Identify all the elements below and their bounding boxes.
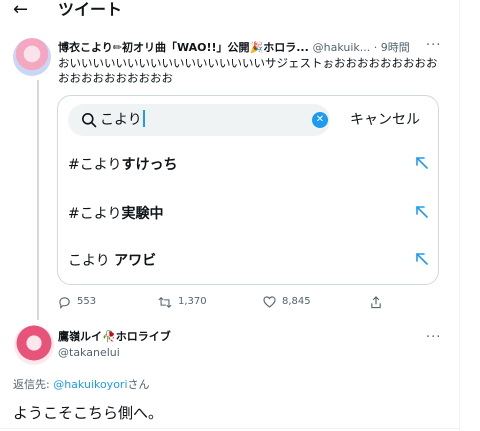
suggestion-text: #こよりすけっち	[68, 157, 178, 173]
reply-text: ようこそこちら側へ。	[13, 404, 164, 422]
suggestion-text: こより アワビ	[68, 253, 157, 269]
reply-author-name-rest[interactable]: ホロライブ	[116, 330, 171, 343]
reply-icon	[59, 296, 70, 309]
reply-to-link[interactable]: @hakuikoyori	[53, 378, 127, 391]
reply-author-name[interactable]: 鷹嶺ルイ	[58, 330, 102, 343]
tweet-action-bar: 553 1,370 8,845	[58, 293, 438, 311]
bottom-divider	[0, 428, 460, 429]
tweet-header: ← ツイート	[0, 0, 460, 24]
author-name[interactable]: 博衣こより	[58, 41, 113, 54]
thread-connector-line	[37, 80, 39, 320]
page-title: ツイート	[58, 0, 123, 19]
more-options-icon[interactable]: ···	[426, 38, 441, 53]
suggestion-text: #こより実験中	[68, 206, 164, 222]
tweet-author-row: 博衣こより✏初オリ曲「WAO!!」公開🎉ホロラ... @hakuik... · …	[58, 39, 450, 55]
retweet-button[interactable]: 1,370	[158, 293, 207, 311]
reply-to-suffix: さん	[127, 378, 150, 391]
search-icon	[82, 113, 97, 128]
search-suggestion-screenshot[interactable]: こより ✕ キャンセル #こよりすけっち #こより実験中 こより アワビ	[57, 95, 439, 285]
suggestion-item[interactable]: #こよりすけっち	[58, 142, 438, 188]
author-handle-time[interactable]: @hakuik... · 9時間	[313, 41, 410, 54]
arrow-up-left-icon[interactable]	[414, 251, 430, 267]
reply-avatar[interactable]	[14, 325, 54, 365]
share-button[interactable]	[370, 293, 382, 311]
clear-icon[interactable]: ✕	[312, 112, 328, 128]
reply-button[interactable]: 553	[58, 293, 96, 311]
pencil-emoji-icon: ✏	[112, 41, 122, 54]
arrow-up-left-icon[interactable]	[414, 204, 430, 220]
suggestion-item[interactable]: #こより実験中	[58, 191, 438, 237]
text-caret	[142, 110, 145, 127]
suggestion-item[interactable]: こより アワビ	[58, 238, 438, 284]
avatar[interactable]	[13, 38, 51, 76]
heart-icon	[263, 296, 276, 308]
tweet-text: おいいいいいいいいいいいいいいいいいサジェストぉおおおおおおおおおおおおおおおお…	[58, 56, 438, 85]
more-options-icon[interactable]: ···	[426, 330, 441, 345]
like-count: 8,845	[282, 296, 311, 307]
reply-author-row: 鷹嶺ルイ🥀ホロライブ	[58, 329, 171, 344]
lily-emoji-icon: 🥀	[102, 330, 116, 343]
share-icon	[371, 295, 381, 308]
party-emoji-icon: 🎉	[249, 41, 264, 54]
retweet-icon	[158, 296, 172, 308]
reply-author-handle[interactable]: @takanelui	[58, 345, 120, 360]
reply-count: 553	[77, 296, 97, 307]
reply-to-line: 返信先: @hakuikoyoriさん	[13, 377, 150, 392]
author-name-tail[interactable]: ホロラ...	[263, 41, 309, 54]
search-query-text[interactable]: こより	[100, 110, 145, 130]
search-input[interactable]: こより ✕	[68, 104, 330, 136]
cancel-button[interactable]: キャンセル	[350, 110, 420, 130]
author-name-rest[interactable]: 初オリ曲「WAO!!」公開	[122, 41, 250, 54]
arrow-left-icon[interactable]: ←	[13, 0, 28, 20]
like-button[interactable]: 8,845	[263, 293, 311, 311]
column-divider	[459, 0, 460, 431]
reply-to-label: 返信先:	[13, 378, 54, 391]
arrow-up-left-icon[interactable]	[414, 155, 430, 171]
retweet-count: 1,370	[178, 296, 207, 307]
